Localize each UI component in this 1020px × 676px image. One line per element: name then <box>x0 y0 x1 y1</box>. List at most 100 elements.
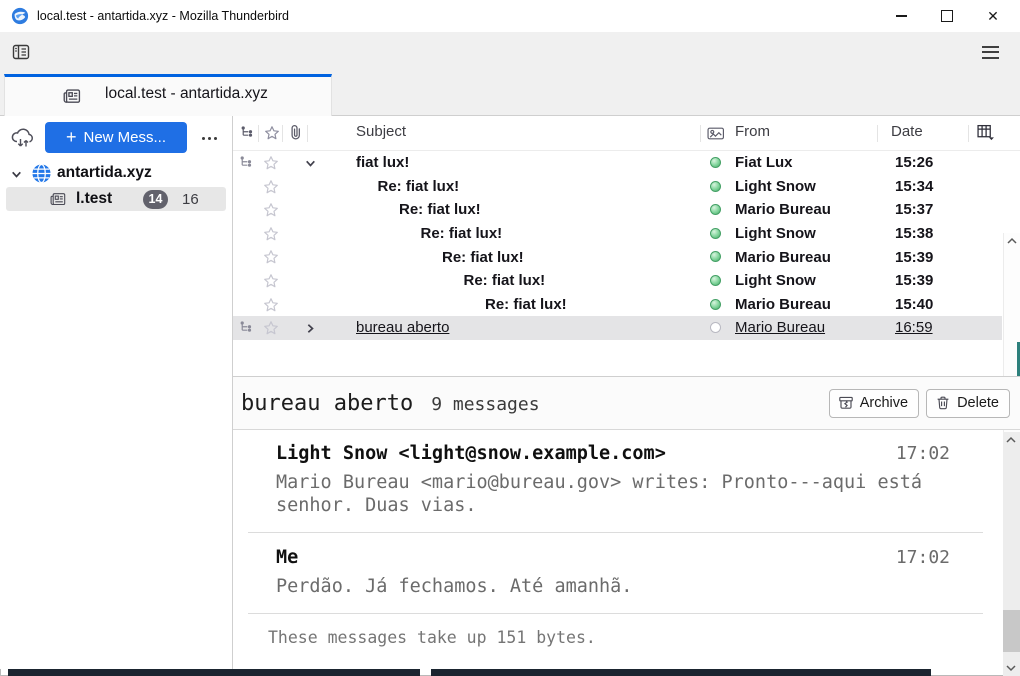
window-title: local.test - antartida.xyz - Mozilla Thu… <box>37 9 289 23</box>
list-row[interactable]: Re: fiat lux! Mario Bureau 15:40 <box>233 293 1002 317</box>
star-icon[interactable] <box>263 155 279 171</box>
date-cell: 15:39 <box>895 269 933 293</box>
msg-scroll-down-button[interactable] <box>1005 663 1017 673</box>
thread-icon <box>239 155 254 170</box>
unread-dot[interactable] <box>710 157 721 168</box>
tab-bar: local.test - antartida.xyz <box>0 72 1020 116</box>
app-menu-button[interactable] <box>978 42 1002 62</box>
window-controls: ✕ <box>878 0 1016 32</box>
list-row[interactable]: Re: fiat lux! Mario Bureau 15:37 <box>233 198 1002 222</box>
from-cell: Mario Bureau <box>735 293 831 317</box>
new-message-button[interactable]: + New Mess... <box>45 122 187 153</box>
correspondents-column-icon[interactable] <box>707 126 725 141</box>
trash-icon <box>935 395 951 411</box>
scroll-up-button[interactable] <box>1006 236 1018 246</box>
subject-cell: Re: fiat lux! <box>378 175 460 199</box>
maximize-icon <box>941 10 953 22</box>
star-icon[interactable] <box>263 320 279 336</box>
date-cell: 15:38 <box>895 222 933 246</box>
message-sender: Me <box>276 547 298 568</box>
message-body: Perdão. Já fechamos. Até amanhã. <box>276 575 950 598</box>
unread-dot[interactable] <box>710 228 721 239</box>
archive-button[interactable]: Archive <box>829 389 919 418</box>
message-time: 17:02 <box>896 443 950 464</box>
from-column-header[interactable]: From <box>735 123 770 140</box>
thunderbird-window: local.test - antartida.xyz - Mozilla Thu… <box>0 0 1020 676</box>
unread-dot[interactable] <box>710 322 721 333</box>
hamburger-icon <box>982 46 999 48</box>
date-cell: 15:34 <box>895 175 933 199</box>
message-sender: Light Snow <light@snow.example.com> <box>276 443 666 464</box>
subject-column-header[interactable]: Subject <box>356 123 406 140</box>
message-item[interactable]: Me 17:02 Perdão. Já fechamos. Até amanhã… <box>276 547 950 598</box>
account-name: antartida.xyz <box>57 164 152 182</box>
star-column-icon[interactable] <box>264 125 280 141</box>
folder-pane: + New Mess... antartida.xyz l <box>0 116 232 669</box>
twisty-icon[interactable] <box>304 157 317 170</box>
maximize-button[interactable] <box>924 0 970 32</box>
star-icon[interactable] <box>263 202 279 218</box>
message-scrollbar[interactable] <box>1003 432 1020 676</box>
message-separator <box>248 613 983 614</box>
conversation-title: bureau aberto <box>241 391 413 416</box>
folder-pane-toggle-button[interactable] <box>8 39 34 65</box>
delete-button[interactable]: Delete <box>926 389 1010 418</box>
list-row[interactable]: Re: fiat lux! Mario Bureau 15:39 <box>233 245 1002 269</box>
star-icon[interactable] <box>263 297 279 313</box>
list-row[interactable]: bureau aberto Mario Bureau 16:59 <box>233 316 1002 340</box>
get-messages-button[interactable] <box>9 124 37 152</box>
mail-toolbar <box>0 32 1020 72</box>
scrollbar-thumb[interactable] <box>1003 610 1020 652</box>
star-icon[interactable] <box>263 273 279 289</box>
tab-local-test[interactable]: local.test - antartida.xyz <box>4 74 332 116</box>
size-footer: These messages take up 151 bytes. <box>268 628 1003 647</box>
total-count: 16 <box>182 191 199 208</box>
account-row[interactable]: antartida.xyz <box>0 161 232 187</box>
message-list-view: Light Snow <light@snow.example.com> 17:0… <box>276 443 1003 614</box>
account-twisty-icon[interactable] <box>10 168 23 181</box>
folder-pane-options-button[interactable] <box>196 130 222 146</box>
column-picker-button[interactable] <box>977 124 995 141</box>
unread-dot[interactable] <box>710 299 721 310</box>
newspaper-tab-icon <box>63 87 82 105</box>
window-bottom-edge <box>8 669 420 676</box>
archive-label: Archive <box>860 395 908 411</box>
star-icon[interactable] <box>263 249 279 265</box>
delete-label: Delete <box>957 395 999 411</box>
star-icon[interactable] <box>263 179 279 195</box>
msg-scroll-up-button[interactable] <box>1005 435 1017 445</box>
attachment-column-icon[interactable] <box>288 124 303 141</box>
list-header: Subject From Date <box>233 116 1020 151</box>
new-message-label: New Mess... <box>84 129 167 146</box>
message-actions: Archive Delete <box>829 389 1010 418</box>
from-cell: Light Snow <box>735 175 816 199</box>
list-row[interactable]: Re: fiat lux! Light Snow 15:34 <box>233 175 1002 199</box>
message-separator <box>248 532 983 533</box>
list-row[interactable]: fiat lux! Fiat Lux 15:26 <box>233 151 1002 175</box>
message-header-bar: bureau aberto 9 messages Archive Delete <box>233 377 1020 430</box>
list-row[interactable]: Re: fiat lux! Light Snow 15:38 <box>233 222 1002 246</box>
close-button[interactable]: ✕ <box>970 0 1016 32</box>
title-bar: local.test - antartida.xyz - Mozilla Thu… <box>0 0 1020 32</box>
twisty-icon[interactable] <box>304 322 317 335</box>
unread-dot[interactable] <box>710 251 721 262</box>
message-item[interactable]: Light Snow <light@snow.example.com> 17:0… <box>276 443 950 517</box>
unread-dot[interactable] <box>710 275 721 286</box>
thread-column-icon[interactable] <box>240 125 255 140</box>
star-icon[interactable] <box>263 226 279 242</box>
date-cell: 15:39 <box>895 245 933 269</box>
message-list-rows: fiat lux! Fiat Lux 15:26 Re: fiat lux! L… <box>233 151 1002 340</box>
from-cell: Mario Bureau <box>735 245 831 269</box>
tab-label: local.test - antartida.xyz <box>105 85 268 103</box>
folder-row-ltest[interactable]: l.test 14 16 <box>6 187 226 211</box>
thunderbird-logo-icon <box>11 7 29 25</box>
list-row[interactable]: Re: fiat lux! Light Snow 15:39 <box>233 269 1002 293</box>
from-cell: Fiat Lux <box>735 151 793 175</box>
unread-dot[interactable] <box>710 204 721 215</box>
close-icon: ✕ <box>987 9 999 23</box>
unread-dot[interactable] <box>710 181 721 192</box>
minimize-button[interactable] <box>878 0 924 32</box>
date-column-header[interactable]: Date <box>891 123 923 140</box>
from-cell: Mario Bureau <box>735 316 825 340</box>
from-cell: Mario Bureau <box>735 198 831 222</box>
